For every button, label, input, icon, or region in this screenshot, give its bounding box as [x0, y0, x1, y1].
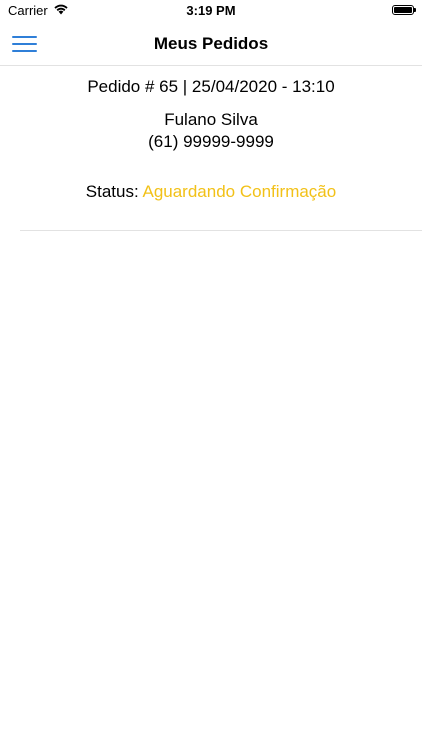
battery-icon: [392, 5, 416, 15]
status-bar: Carrier 3:19 PM: [0, 0, 422, 22]
order-header: Pedido # 65 | 25/04/2020 - 13:10: [87, 77, 335, 96]
battery-tip: [414, 8, 416, 12]
status-time: 3:19 PM: [186, 3, 236, 18]
page-title: Meus Pedidos: [153, 34, 269, 53]
list-separator: [20, 230, 422, 231]
status-value: Aguardando Confirmação: [142, 182, 337, 201]
order-status: Status: Aguardando Confirmação: [0, 182, 422, 202]
order-list-item[interactable]: Pedido # 65 | 25/04/2020 - 13:10 Fulano …: [0, 66, 422, 230]
status-label: Status:: [85, 182, 143, 201]
battery-level: [394, 7, 412, 13]
customer-phone: (61) 99999-9999: [148, 132, 274, 151]
navigation-bar: Meus Pedidos: [0, 22, 422, 66]
customer-name: Fulano Silva: [164, 110, 258, 129]
